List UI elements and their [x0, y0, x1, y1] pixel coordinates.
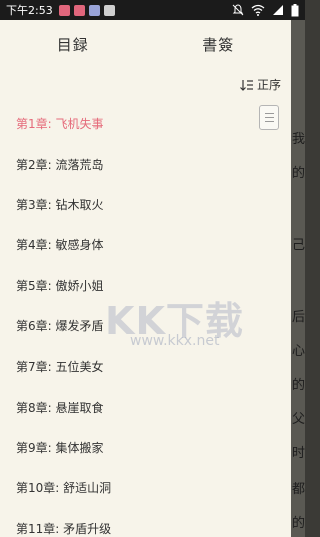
reader-text-fragment: 都	[292, 482, 306, 497]
battery-icon	[291, 3, 299, 16]
chapter-item[interactable]: 第3章: 钻木取火	[16, 196, 104, 213]
chapter-item[interactable]: 第11章: 矛盾升级	[16, 520, 111, 537]
reader-text-fragment: 时	[292, 446, 306, 461]
sort-label: 正序	[256, 78, 281, 92]
tab-contents[interactable]: 目録	[0, 34, 146, 55]
signal-icon	[273, 5, 283, 15]
reader-text-fragment: 心	[292, 344, 306, 359]
scroll-grip-line	[265, 121, 274, 122]
chapter-item[interactable]: 第4章: 敏感身体	[16, 236, 104, 253]
drawer-tabs: 目録 書簽	[0, 20, 291, 68]
mute-icon	[232, 4, 244, 16]
chapter-item[interactable]: 第5章: 傲娇小姐	[16, 277, 104, 294]
chapter-item[interactable]: 第8章: 悬崖取食	[16, 399, 104, 416]
reader-text-fragment: 的	[292, 378, 306, 393]
sort-order-button[interactable]: 正序	[240, 76, 281, 93]
notification-icon	[58, 4, 70, 16]
reader-text-fragment: 我	[292, 132, 306, 147]
wifi-icon	[251, 4, 265, 16]
tab-bookmarks[interactable]: 書簽	[146, 34, 292, 55]
chapter-item[interactable]: 第2章: 流落荒岛	[16, 156, 104, 173]
notification-icon	[88, 4, 100, 16]
reader-text-fragment: 己	[292, 238, 306, 253]
status-bar: 下午2:53	[0, 0, 305, 20]
reader-text-fragment: 的	[292, 166, 306, 181]
watermark-logo: KK下载	[105, 299, 244, 343]
sort-icon	[240, 79, 253, 91]
scroll-grip-line	[265, 113, 274, 114]
chapter-item[interactable]: 第9章: 集体搬家	[16, 439, 104, 456]
reader-text-fragment: 父	[292, 412, 306, 427]
scroll-grip-line	[265, 117, 274, 118]
status-icons	[232, 3, 299, 17]
status-time: 下午2:53	[6, 4, 53, 17]
watermark-url: www.kkx.net	[130, 333, 220, 349]
notification-icon	[103, 4, 115, 16]
scrollbar-handle[interactable]	[259, 105, 279, 130]
notification-icon	[73, 4, 85, 16]
reader-text-fragment: 后	[292, 310, 306, 325]
chapter-item[interactable]: 第6章: 爆发矛盾	[16, 317, 104, 334]
chapter-item[interactable]: 第1章: 飞机失事	[16, 115, 104, 132]
chapter-item[interactable]: 第10章: 舒适山洞	[16, 479, 111, 496]
reader-text-fragment: 的	[292, 516, 306, 531]
chapter-drawer: 目録 書簽 正序 第1章: 飞机失事 第2章: 流落荒岛 第3章: 钻木取火 第…	[0, 20, 291, 537]
chapter-item[interactable]: 第7章: 五位美女	[16, 358, 104, 375]
